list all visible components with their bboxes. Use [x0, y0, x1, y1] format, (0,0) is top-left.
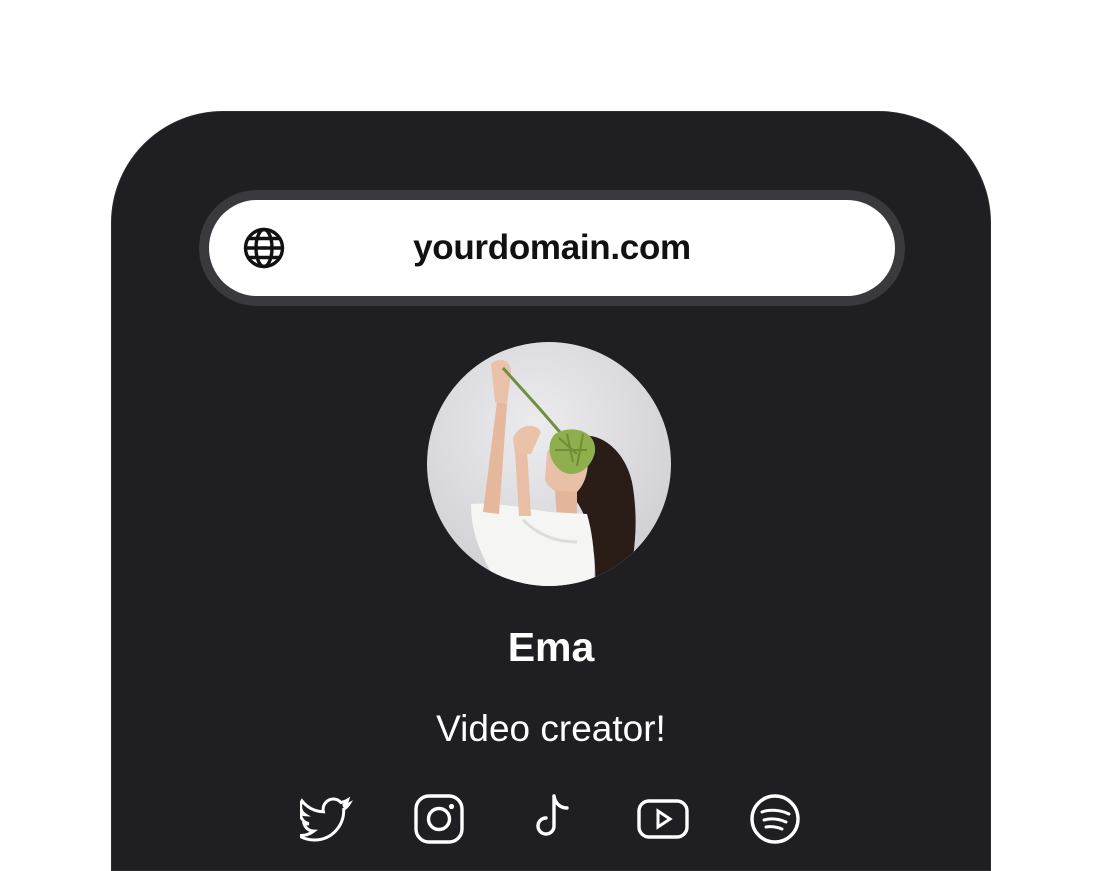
profile-name: Ema	[507, 624, 595, 670]
avatar	[427, 342, 671, 586]
instagram-icon[interactable]	[412, 792, 466, 846]
address-bar-frame: yourdomain.com	[199, 190, 905, 306]
spotify-icon[interactable]	[748, 792, 802, 846]
tiktok-icon[interactable]	[524, 792, 578, 846]
youtube-icon[interactable]	[636, 792, 690, 846]
url-text: yourdomain.com	[413, 228, 691, 267]
address-bar[interactable]: yourdomain.com	[209, 200, 895, 296]
social-links	[112, 792, 990, 852]
profile-bio: Video creator!	[436, 708, 666, 749]
twitter-icon[interactable]	[300, 792, 354, 846]
phone-frame: yourdomain.com Ema Video creator!	[111, 111, 991, 871]
avatar-photo	[427, 342, 671, 586]
